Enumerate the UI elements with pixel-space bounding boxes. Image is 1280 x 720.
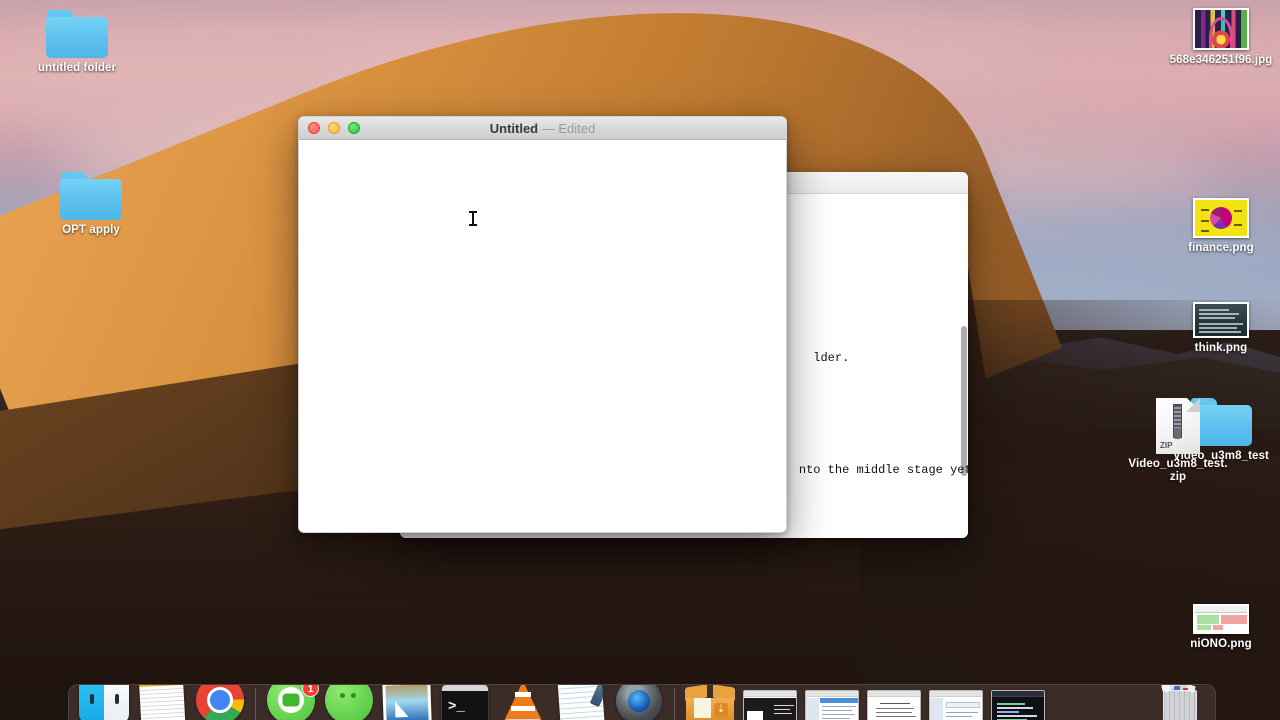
desktop-icon-think-png[interactable]: think.png bbox=[1166, 294, 1276, 355]
dock-item-minimized-window-3[interactable] bbox=[865, 685, 923, 720]
image-thumbnail-icon bbox=[1193, 302, 1249, 338]
desktop-icon-label: think.png bbox=[1194, 342, 1248, 354]
photos-icon bbox=[382, 685, 432, 720]
dock-item-textedit[interactable] bbox=[554, 685, 608, 720]
dock[interactable]: 1 >_ ⇣ bbox=[68, 684, 1216, 720]
zip-file-icon: ZIP bbox=[1156, 398, 1200, 454]
minimize-button[interactable] bbox=[328, 122, 340, 134]
desktop-icon-568e346251f96-jpg[interactable]: 568e346251f96.jpg bbox=[1166, 2, 1276, 67]
dock-item-minimized-window-4[interactable] bbox=[927, 685, 985, 720]
dock-item-downloads[interactable]: ⇣ bbox=[683, 685, 737, 720]
dock-item-finder[interactable] bbox=[77, 685, 131, 720]
notes-icon bbox=[138, 685, 186, 720]
dock-item-preview[interactable] bbox=[612, 685, 666, 720]
minimized-window-icon bbox=[991, 690, 1045, 720]
dock-item-wechat[interactable] bbox=[322, 685, 376, 720]
dock-item-chrome[interactable] bbox=[193, 685, 247, 720]
dock-item-wechat-green[interactable]: 1 bbox=[264, 685, 319, 720]
vertical-scrollbar[interactable] bbox=[961, 218, 967, 534]
dock-item-minimized-window-5[interactable] bbox=[989, 685, 1047, 720]
desktop-icon-label: Video_u3m8_test.zip bbox=[1128, 458, 1228, 483]
close-button[interactable] bbox=[308, 122, 320, 134]
downloads-stack-icon: ⇣ bbox=[685, 685, 735, 720]
desktop-icon-label: 568e346251f96.jpg bbox=[1169, 54, 1273, 66]
dock-item-notes[interactable] bbox=[135, 685, 189, 720]
text-editing-area[interactable] bbox=[299, 140, 786, 532]
desktop-icon-video-u3m8-test-zip[interactable]: ZIP Video_u3m8_test.zip bbox=[1122, 398, 1234, 484]
dock-item-vlc[interactable] bbox=[496, 685, 550, 720]
wechat-icon bbox=[325, 685, 373, 720]
window-titlebar[interactable]: Untitled — Edited bbox=[299, 117, 786, 140]
desktop-icon-untitled-folder[interactable]: untitled folder bbox=[22, 4, 132, 75]
dock-item-minimized-window-2[interactable] bbox=[803, 685, 861, 720]
dock-item-trash[interactable] bbox=[1153, 685, 1207, 720]
desktop-icon-label: untitled folder bbox=[37, 62, 117, 74]
chrome-icon bbox=[196, 685, 244, 720]
folder-icon bbox=[46, 10, 108, 58]
trash-icon bbox=[1159, 685, 1201, 720]
window-traffic-lights bbox=[299, 122, 360, 134]
dock-item-minimized-window-1[interactable] bbox=[741, 685, 799, 720]
desktop-icon-label: finance.png bbox=[1188, 242, 1254, 254]
terminal-icon: >_ bbox=[441, 685, 489, 720]
minimized-window-icon bbox=[805, 690, 859, 720]
folder-icon bbox=[60, 172, 122, 220]
desktop-icon-niono-png[interactable]: niONO.png bbox=[1166, 594, 1276, 651]
window-title-text: Untitled bbox=[489, 120, 539, 136]
zoom-button[interactable] bbox=[348, 122, 360, 134]
desktop-icon-label: niONO.png bbox=[1190, 638, 1252, 650]
minimized-window-icon bbox=[743, 690, 797, 720]
dock-separator bbox=[674, 688, 675, 720]
textedit-window[interactable]: Untitled — Edited bbox=[298, 116, 787, 533]
spreadsheet-thumbnail-icon bbox=[1193, 604, 1249, 634]
minimized-window-icon bbox=[867, 690, 921, 720]
dock-item-terminal[interactable]: >_ bbox=[438, 685, 492, 720]
image-thumbnail-icon bbox=[1193, 8, 1249, 50]
desktop-icon-label: OPT apply bbox=[62, 224, 120, 236]
finder-icon bbox=[79, 685, 129, 720]
chart-thumbnail-icon bbox=[1193, 198, 1249, 238]
window-edited-status: Edited bbox=[558, 120, 596, 136]
desktop-icon-finance-png[interactable]: finance.png bbox=[1166, 192, 1276, 255]
vlc-cone-icon bbox=[504, 685, 542, 720]
window-title: Untitled — Edited bbox=[299, 121, 786, 136]
desktop-icon-opt-apply[interactable]: OPT apply bbox=[36, 166, 146, 237]
textedit-icon bbox=[557, 685, 605, 720]
blue-disc-icon bbox=[616, 685, 662, 720]
dock-item-photos[interactable] bbox=[380, 685, 434, 720]
notification-badge: 1 bbox=[302, 685, 319, 697]
dock-separator bbox=[255, 688, 256, 720]
minimized-window-icon bbox=[929, 690, 983, 720]
window-title-dash: — bbox=[541, 120, 555, 136]
